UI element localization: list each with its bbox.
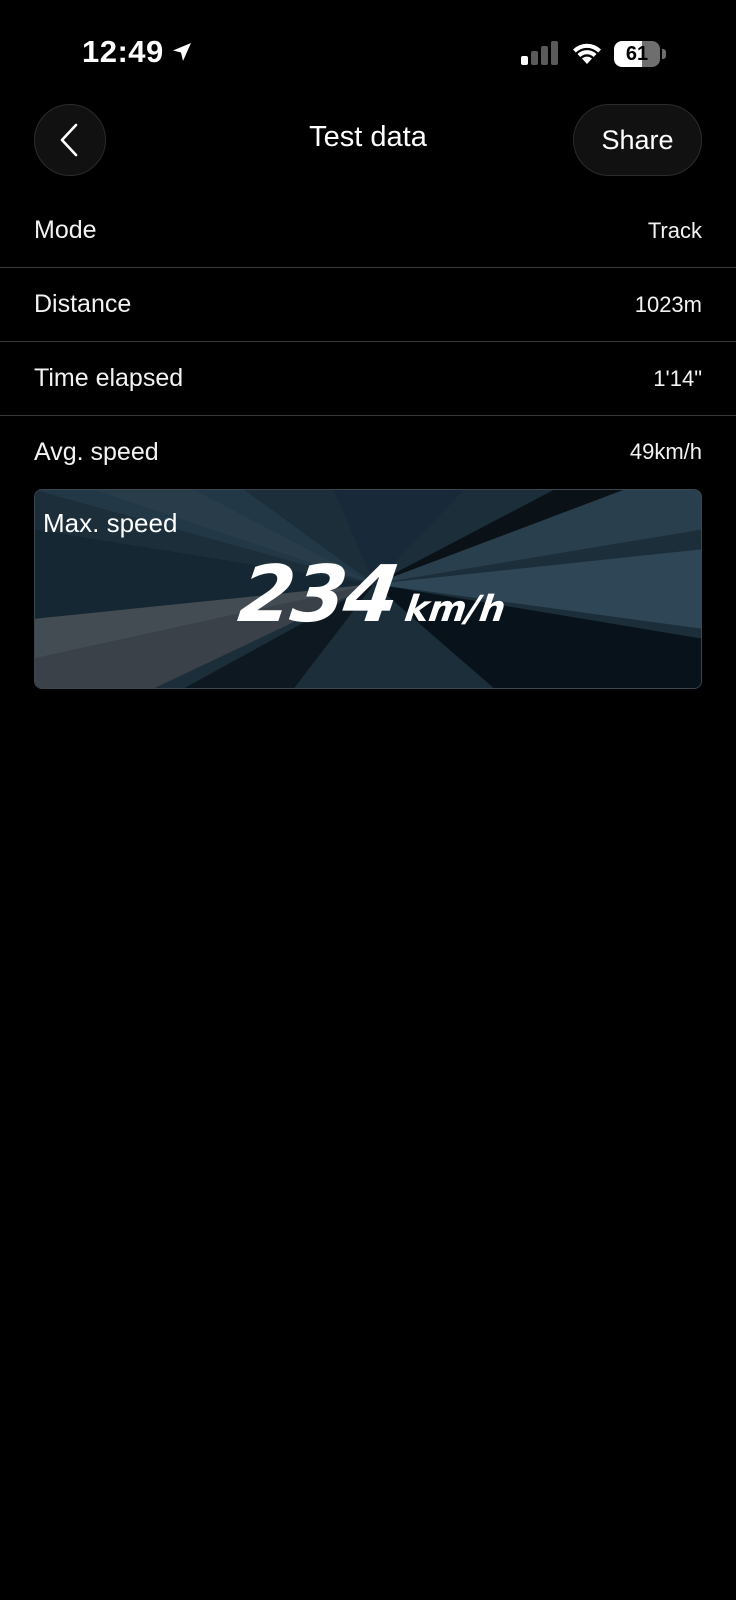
battery-body: 61	[614, 41, 660, 67]
stat-value: 49km/h	[629, 439, 702, 464]
battery-cap	[662, 49, 666, 59]
max-speed-readout: 234 km/h	[35, 550, 701, 640]
max-speed-unit: km/h	[402, 589, 509, 630]
battery-icon: 61	[614, 41, 666, 67]
stat-label: Avg. speed	[34, 437, 159, 466]
stat-row-time-elapsed: Time elapsed 1'14"	[0, 342, 736, 416]
wifi-icon	[573, 43, 601, 64]
stat-row-mode: Mode Track	[0, 194, 736, 268]
stat-row-distance: Distance 1023m	[0, 268, 736, 342]
stat-row-avg-speed: Avg. speed 49km/h	[0, 415, 736, 489]
location-arrow-icon	[172, 43, 191, 61]
stat-value: Track	[647, 217, 702, 243]
max-speed-label: Max. speed	[43, 508, 178, 538]
status-time: 12:49	[82, 34, 164, 69]
stat-value: 1023m	[634, 291, 702, 317]
max-speed-value: 234	[234, 550, 404, 640]
status-bar: 12:49 61	[0, 0, 736, 100]
stat-label: Time elapsed	[34, 364, 184, 392]
stat-label: Mode	[34, 216, 97, 244]
share-button[interactable]: Share	[573, 104, 702, 176]
stat-label: Distance	[34, 290, 132, 318]
cellular-signal-icon	[521, 41, 558, 65]
status-time-group: 12:49	[82, 34, 194, 70]
max-speed-card: Max. speed 234 km/h	[34, 489, 702, 689]
stat-value: 1'14"	[653, 365, 702, 391]
battery-level: 61	[625, 43, 649, 65]
